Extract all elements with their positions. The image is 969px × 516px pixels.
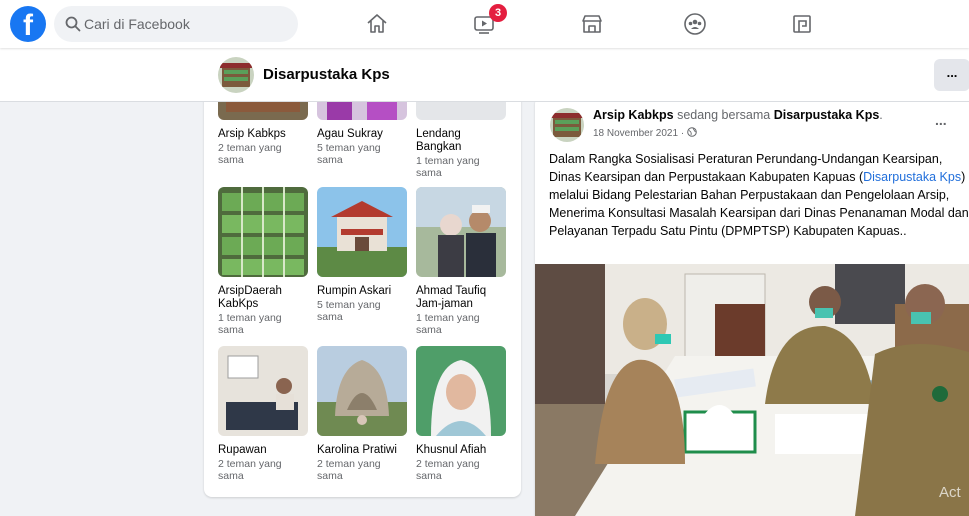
home-icon[interactable]: [365, 12, 389, 36]
search-input[interactable]: [84, 6, 284, 42]
globe-icon: [687, 127, 697, 137]
mutual-friends: 1 teman yang sama: [218, 312, 282, 336]
friend-photo[interactable]: [218, 187, 308, 277]
friend-name[interactable]: Arsip Kabkps: [218, 128, 310, 141]
post-photo[interactable]: Act: [535, 264, 969, 516]
friend-photo[interactable]: [416, 346, 506, 436]
post-tagged-page[interactable]: Disarpustaka Kps: [774, 108, 880, 122]
friend-item[interactable]: Rumpin Askari 5 teman yang sama: [317, 187, 409, 323]
search-icon: [65, 16, 81, 32]
post-author-name[interactable]: Arsip Kabkps: [593, 108, 674, 122]
post-date-text[interactable]: 18 November 2021: [593, 128, 678, 139]
mutual-friends: 2 teman yang sama: [218, 142, 282, 166]
friend-name[interactable]: Ahmad Taufiq Jam-jaman: [416, 285, 508, 311]
activate-windows-watermark: Act: [939, 484, 961, 501]
post-card: Arsip Kabkps sedang bersama Disarpustaka…: [535, 96, 969, 516]
page-avatar-image: [218, 57, 254, 93]
post-photo-image: [535, 264, 969, 516]
friend-name[interactable]: Lendang Bangkan: [416, 128, 508, 154]
more-options-button[interactable]: ...: [934, 59, 969, 91]
page-name[interactable]: Disarpustaka Kps: [263, 66, 390, 83]
friends-grid-card: Arsip Kabkps 2 teman yang sama Agau Sukr…: [204, 70, 521, 497]
mutual-friends: 2 teman yang sama: [218, 458, 282, 482]
friend-photo[interactable]: [317, 187, 407, 277]
post-text: Dalam Rangka Sosialisasi Peraturan Perun…: [549, 150, 969, 240]
friend-photo[interactable]: [416, 187, 506, 277]
friend-name[interactable]: Karolina Pratiwi: [317, 444, 409, 457]
post-author-avatar-image: [550, 108, 584, 142]
friend-name[interactable]: Agau Sukray: [317, 128, 409, 141]
friend-item[interactable]: Ahmad Taufiq Jam-jaman 1 teman yang sama: [416, 187, 508, 336]
facebook-logo[interactable]: f: [10, 6, 46, 42]
mutual-friends: 5 teman yang sama: [317, 142, 381, 166]
friend-item[interactable]: Rupawan 2 teman yang sama: [218, 346, 310, 482]
post-header: Arsip Kabkps sedang bersama Disarpustaka…: [593, 108, 883, 122]
post-date[interactable]: 18 November 2021 ·: [593, 127, 697, 139]
friend-photo[interactable]: [317, 346, 407, 436]
groups-icon[interactable]: [683, 12, 707, 36]
search-box[interactable]: [54, 6, 298, 42]
mutual-friends: 1 teman yang sama: [416, 312, 480, 336]
mutual-friends: 2 teman yang sama: [317, 458, 381, 482]
page-header-bar: Disarpustaka Kps ...: [0, 48, 969, 102]
mutual-friends: 1 teman yang sama: [416, 155, 480, 179]
marketplace-icon[interactable]: [580, 12, 604, 36]
friend-item[interactable]: ArsipDaerah KabKps 1 teman yang sama: [218, 187, 310, 336]
friend-item[interactable]: Khusnul Afiah 2 teman yang sama: [416, 346, 508, 482]
friend-photo[interactable]: [218, 346, 308, 436]
friend-name[interactable]: Rupawan: [218, 444, 310, 457]
post-options-button[interactable]: ...: [935, 112, 947, 128]
mutual-friends: 5 teman yang sama: [317, 299, 381, 323]
friend-item[interactable]: Karolina Pratiwi 2 teman yang sama: [317, 346, 409, 482]
post-text-mention-link[interactable]: Disarpustaka Kps: [863, 170, 961, 184]
friend-name[interactable]: Rumpin Askari: [317, 285, 409, 298]
page-avatar[interactable]: [218, 57, 254, 93]
top-navigation-bar: f 3: [0, 0, 969, 48]
mutual-friends: 2 teman yang sama: [416, 458, 480, 482]
video-notification-badge: 3: [489, 4, 507, 22]
gaming-icon[interactable]: [790, 12, 814, 36]
post-with-text: sedang bersama: [677, 108, 771, 122]
friend-name[interactable]: Khusnul Afiah: [416, 444, 508, 457]
post-author-avatar[interactable]: [550, 108, 584, 142]
friend-name[interactable]: ArsipDaerah KabKps: [218, 285, 310, 311]
